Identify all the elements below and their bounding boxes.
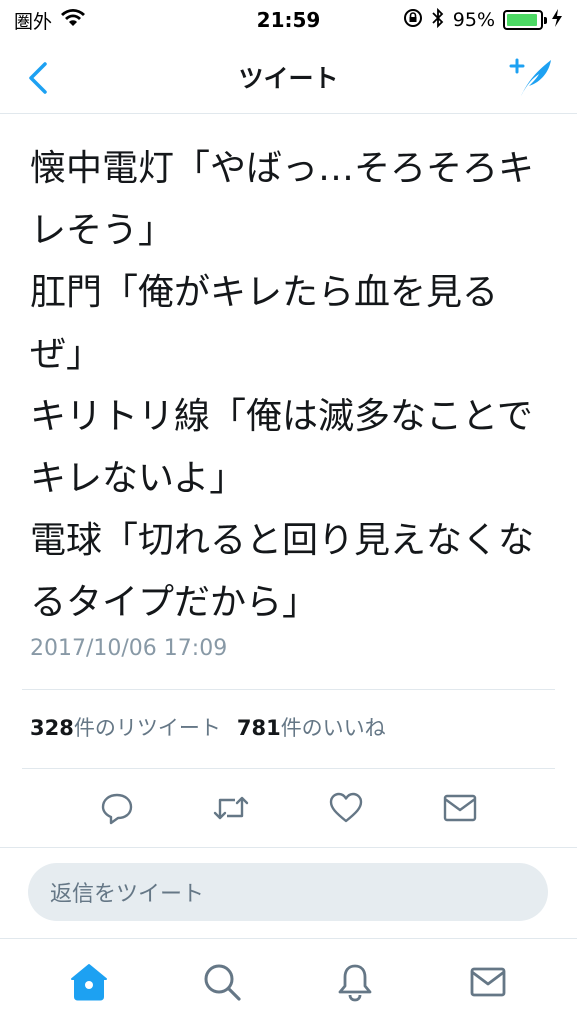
tweet-paragraph: 電球「切れると回り見えなくなるタイプだから」 bbox=[30, 520, 535, 623]
like-button[interactable] bbox=[326, 788, 366, 828]
charging-icon bbox=[551, 8, 563, 33]
reply-icon bbox=[101, 793, 133, 825]
status-right: 95% bbox=[403, 7, 563, 34]
tweet-stats: 328件のリツイート 781件のいいね bbox=[30, 712, 386, 742]
reply-input[interactable]: 返信をツイート bbox=[28, 863, 548, 921]
envelope-icon bbox=[443, 794, 477, 822]
back-button[interactable] bbox=[20, 58, 56, 98]
wifi-icon bbox=[60, 8, 86, 33]
compose-tweet-icon bbox=[509, 58, 551, 96]
tab-search[interactable] bbox=[197, 957, 247, 1007]
bluetooth-icon bbox=[431, 7, 445, 34]
retweet-icon bbox=[214, 796, 249, 820]
tweet-paragraph: キリトリ線「俺は滅多なことでキレないよ」 bbox=[30, 396, 533, 499]
tweet-paragraph: 懐中電灯「やばっ…そろそろキレそう」 bbox=[30, 148, 535, 251]
like-label: 件のいいね bbox=[280, 716, 386, 740]
tweet-actions bbox=[0, 770, 577, 846]
home-icon bbox=[70, 963, 107, 1000]
battery-level bbox=[507, 14, 538, 26]
status-left: 圏外 bbox=[14, 7, 86, 34]
search-icon bbox=[204, 964, 241, 1001]
battery-percent: 95% bbox=[452, 9, 495, 31]
page-title: ツイート bbox=[238, 63, 339, 93]
battery-icon bbox=[503, 10, 547, 30]
like-stat[interactable]: 781件のいいね bbox=[237, 712, 386, 742]
direct-message-button[interactable] bbox=[440, 788, 480, 828]
retweet-label: 件のリツイート bbox=[73, 716, 221, 740]
tab-messages[interactable] bbox=[463, 957, 513, 1007]
chevron-left-icon bbox=[29, 62, 47, 94]
status-bar: 圏外 21:59 95% bbox=[0, 0, 577, 40]
carrier-label: 圏外 bbox=[14, 10, 53, 33]
reply-bar: 返信をツイート bbox=[0, 847, 577, 937]
like-count: 781 bbox=[236, 716, 281, 740]
divider bbox=[22, 689, 555, 690]
retweet-count: 328 bbox=[30, 716, 74, 740]
tweet-paragraph: 肛門「俺がキレたら血を見るぜ」 bbox=[30, 272, 499, 375]
tab-bar bbox=[0, 938, 577, 1024]
divider bbox=[22, 768, 555, 769]
retweet-button[interactable] bbox=[211, 788, 251, 828]
rotation-lock-icon bbox=[403, 8, 423, 33]
nav-bar: ツイート bbox=[0, 40, 577, 114]
heart-icon bbox=[329, 792, 362, 823]
tweet-text: 懐中電灯「やばっ…そろそろキレそう」 肛門「俺がキレたら血を見るぜ」 キリトリ線… bbox=[30, 138, 550, 634]
tab-notifications[interactable] bbox=[330, 957, 380, 1007]
retweet-stat[interactable]: 328件のリツイート bbox=[30, 712, 221, 742]
envelope-icon bbox=[470, 967, 506, 996]
bell-icon bbox=[338, 964, 372, 1001]
reply-button[interactable] bbox=[97, 788, 137, 828]
tweet-timestamp: 2017/10/06 17:09 bbox=[30, 636, 228, 661]
compose-tweet-button[interactable] bbox=[507, 54, 555, 100]
tab-home[interactable] bbox=[64, 957, 114, 1007]
